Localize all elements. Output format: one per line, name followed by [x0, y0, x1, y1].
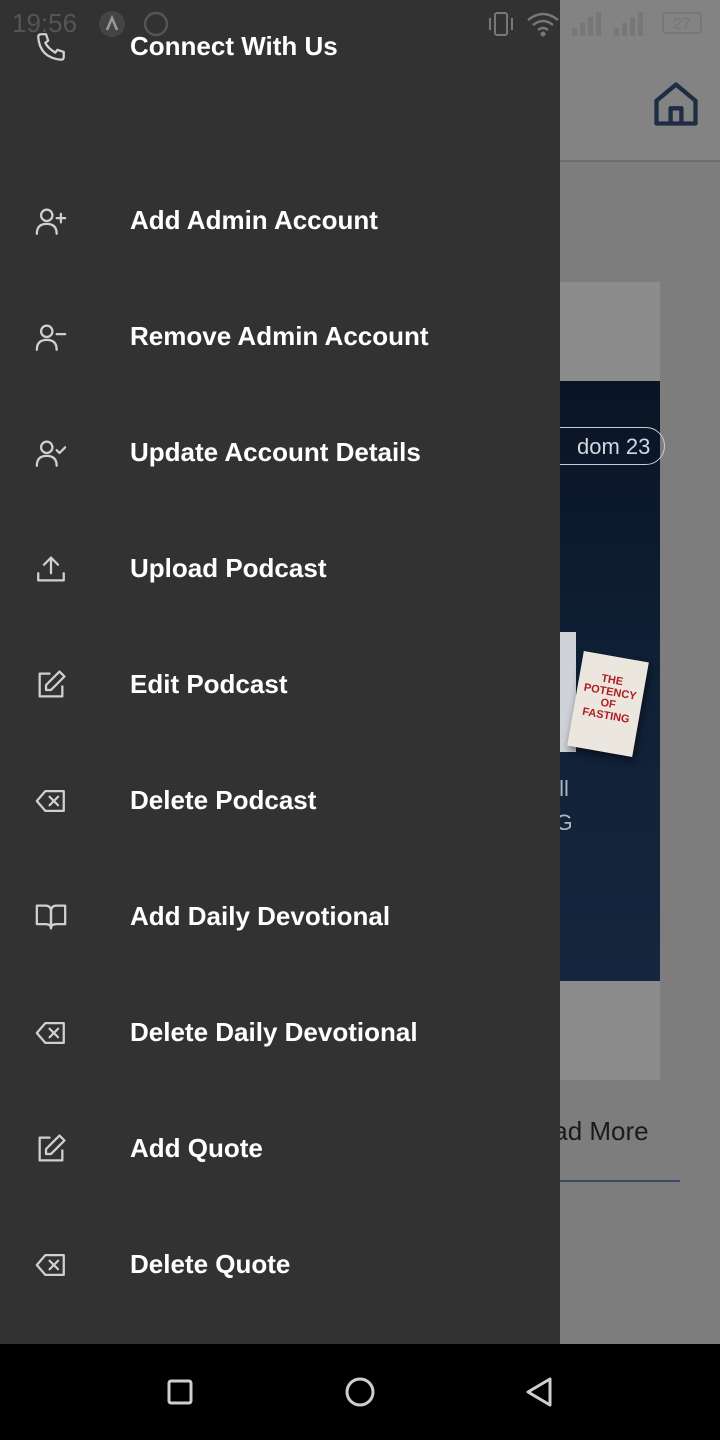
menu-item-delete-daily-devotional[interactable]: Delete Daily Devotional — [0, 992, 560, 1072]
menu-item-add-admin-account[interactable]: Add Admin Account — [0, 180, 560, 260]
menu-item-label: Upload Podcast — [130, 553, 327, 583]
read-more-underline — [560, 1180, 680, 1182]
delete-icon — [34, 1248, 68, 1282]
book-title: THE POTENCY OF FASTING — [581, 672, 638, 726]
menu-item-label: Edit Podcast — [130, 669, 288, 699]
user-minus-icon — [34, 320, 68, 354]
battery-icon: 27 — [662, 12, 702, 34]
navigation-drawer: Connect With Us Add Admin Account Remove… — [0, 0, 560, 1344]
user-plus-icon — [34, 204, 68, 238]
menu-item-add-quote[interactable]: Add Quote — [0, 1108, 560, 1188]
home-circle-icon[interactable] — [340, 1372, 380, 1412]
signal-icon-2 — [612, 10, 648, 43]
menu-item-remove-admin-account[interactable]: Remove Admin Account — [0, 296, 560, 376]
signal-icon-1 — [570, 10, 606, 43]
menu-item-label: Add Quote — [130, 1133, 263, 1163]
menu-item-label: Add Daily Devotional — [130, 901, 391, 931]
vibrate-icon — [486, 10, 516, 43]
menu-item-label: Add Admin Account — [130, 205, 378, 235]
system-nav-bar — [0, 1344, 720, 1440]
upload-icon — [34, 552, 68, 586]
menu-item-label: Delete Quote — [130, 1249, 291, 1279]
edit-icon — [34, 1132, 68, 1166]
status-time: 19:56 — [12, 8, 78, 38]
notification-a-icon — [98, 10, 126, 43]
menu-item-add-daily-devotional[interactable]: Add Daily Devotional — [0, 876, 560, 956]
menu-item-label: Remove Admin Account — [130, 321, 429, 351]
menu-item-delete-quote[interactable]: Delete Quote — [0, 1224, 560, 1304]
user-check-icon — [34, 436, 68, 470]
menu-item-upload-podcast[interactable]: Upload Podcast — [0, 528, 560, 608]
menu-item-delete-podcast[interactable]: Delete Podcast — [0, 760, 560, 840]
edit-icon — [34, 668, 68, 702]
whatsapp-icon — [142, 10, 170, 43]
home-icon[interactable] — [650, 78, 702, 130]
status-bar: 19:56 27 — [0, 0, 720, 48]
menu-item-label: Delete Podcast — [130, 785, 317, 815]
delete-icon — [34, 1016, 68, 1050]
delete-icon — [34, 784, 68, 818]
recents-square-icon[interactable] — [160, 1372, 200, 1412]
menu-item-edit-podcast[interactable]: Edit Podcast — [0, 644, 560, 724]
wifi-icon — [526, 10, 560, 43]
back-triangle-icon[interactable] — [520, 1372, 560, 1412]
menu-item-update-account-details[interactable]: Update Account Details — [0, 412, 560, 492]
book-open-icon — [34, 900, 68, 934]
menu-item-label: Delete Daily Devotional — [130, 1017, 418, 1047]
menu-item-label: Update Account Details — [130, 437, 421, 467]
